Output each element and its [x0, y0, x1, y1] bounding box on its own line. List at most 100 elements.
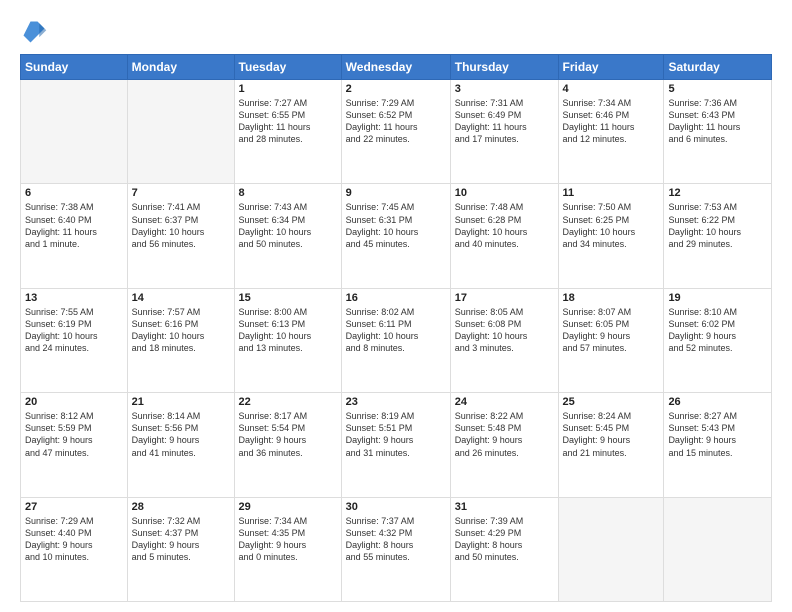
day-number: 12: [668, 187, 767, 199]
logo: [20, 18, 52, 46]
day-number: 26: [668, 396, 767, 408]
calendar-cell: 25 Sunrise: 8:24 AM Sunset: 5:45 PM Dayli…: [558, 393, 664, 497]
calendar-week-row: 6 Sunrise: 7:38 AM Sunset: 6:40 PM Daylig…: [21, 184, 772, 288]
cell-info: Sunrise: 7:39 AM Sunset: 4:29 PM Dayligh…: [455, 515, 554, 564]
day-number: 1: [239, 83, 337, 95]
day-number: 8: [239, 187, 337, 199]
logo-icon: [20, 18, 48, 46]
day-number: 2: [346, 83, 446, 95]
day-number: 11: [563, 187, 660, 199]
calendar-cell: 28 Sunrise: 7:32 AM Sunset: 4:37 PM Dayli…: [127, 497, 234, 601]
calendar-cell: 23 Sunrise: 8:19 AM Sunset: 5:51 PM Dayli…: [341, 393, 450, 497]
calendar-cell: 21Sunrise: 8:14 AM Sunset: 5:56 PM Dayli…: [127, 393, 234, 497]
cell-info: Sunrise: 7:43 AM Sunset: 6:34 PM Dayligh…: [239, 201, 337, 250]
calendar-cell: 5 Sunrise: 7:36 AM Sunset: 6:43 PM Daylig…: [664, 80, 772, 184]
cell-info: Sunrise: 8:07 AM Sunset: 6:05 PM Dayligh…: [563, 306, 660, 355]
weekday-header: Thursday: [450, 55, 558, 80]
day-number: 31: [455, 501, 554, 513]
calendar-week-row: 20Sunrise: 8:12 AM Sunset: 5:59 PM Dayli…: [21, 393, 772, 497]
calendar-cell: [21, 80, 128, 184]
calendar-cell: 22Sunrise: 8:17 AM Sunset: 5:54 PM Dayli…: [234, 393, 341, 497]
cell-info: Sunrise: 7:36 AM Sunset: 6:43 PM Dayligh…: [668, 97, 767, 146]
cell-info: Sunrise: 8:24 AM Sunset: 5:45 PM Dayligh…: [563, 410, 660, 459]
day-number: 10: [455, 187, 554, 199]
cell-info: Sunrise: 7:27 AM Sunset: 6:55 PM Dayligh…: [239, 97, 337, 146]
calendar-table: SundayMondayTuesdayWednesdayThursdayFrid…: [20, 54, 772, 602]
weekday-header: Wednesday: [341, 55, 450, 80]
cell-info: Sunrise: 7:53 AM Sunset: 6:22 PM Dayligh…: [668, 201, 767, 250]
cell-info: Sunrise: 8:27 AM Sunset: 5:43 PM Dayligh…: [668, 410, 767, 459]
day-number: 6: [25, 187, 123, 199]
day-number: 23: [346, 396, 446, 408]
cell-info: Sunrise: 7:57 AM Sunset: 6:16 PM Dayligh…: [132, 306, 230, 355]
cell-info: Sunrise: 7:41 AM Sunset: 6:37 PM Dayligh…: [132, 201, 230, 250]
cell-info: Sunrise: 7:37 AM Sunset: 4:32 PM Dayligh…: [346, 515, 446, 564]
cell-info: Sunrise: 7:50 AM Sunset: 6:25 PM Dayligh…: [563, 201, 660, 250]
day-number: 25: [563, 396, 660, 408]
calendar-cell: 20Sunrise: 8:12 AM Sunset: 5:59 PM Dayli…: [21, 393, 128, 497]
calendar-week-row: 27 Sunrise: 7:29 AM Sunset: 4:40 PM Dayli…: [21, 497, 772, 601]
day-number: 21: [132, 396, 230, 408]
day-number: 5: [668, 83, 767, 95]
cell-info: Sunrise: 7:29 AM Sunset: 6:52 PM Dayligh…: [346, 97, 446, 146]
calendar-cell: 10 Sunrise: 7:48 AM Sunset: 6:28 PM Dayli…: [450, 184, 558, 288]
weekday-header: Monday: [127, 55, 234, 80]
calendar-cell: 27 Sunrise: 7:29 AM Sunset: 4:40 PM Dayli…: [21, 497, 128, 601]
calendar-cell: 7 Sunrise: 7:41 AM Sunset: 6:37 PM Daylig…: [127, 184, 234, 288]
day-number: 7: [132, 187, 230, 199]
cell-info: Sunrise: 8:10 AM Sunset: 6:02 PM Dayligh…: [668, 306, 767, 355]
calendar-cell: 31 Sunrise: 7:39 AM Sunset: 4:29 PM Dayli…: [450, 497, 558, 601]
calendar-cell: 2 Sunrise: 7:29 AM Sunset: 6:52 PM Daylig…: [341, 80, 450, 184]
cell-info: Sunrise: 7:38 AM Sunset: 6:40 PM Dayligh…: [25, 201, 123, 250]
cell-info: Sunrise: 7:32 AM Sunset: 4:37 PM Dayligh…: [132, 515, 230, 564]
day-number: 3: [455, 83, 554, 95]
calendar-cell: 6 Sunrise: 7:38 AM Sunset: 6:40 PM Daylig…: [21, 184, 128, 288]
calendar-cell: 17 Sunrise: 8:05 AM Sunset: 6:08 PM Dayli…: [450, 288, 558, 392]
calendar-cell: [558, 497, 664, 601]
day-number: 30: [346, 501, 446, 513]
cell-info: Sunrise: 7:29 AM Sunset: 4:40 PM Dayligh…: [25, 515, 123, 564]
calendar-cell: 13 Sunrise: 7:55 AM Sunset: 6:19 PM Dayli…: [21, 288, 128, 392]
cell-info: Sunrise: 7:31 AM Sunset: 6:49 PM Dayligh…: [455, 97, 554, 146]
calendar-cell: 26 Sunrise: 8:27 AM Sunset: 5:43 PM Dayli…: [664, 393, 772, 497]
cell-info: Sunrise: 8:19 AM Sunset: 5:51 PM Dayligh…: [346, 410, 446, 459]
calendar-cell: 12 Sunrise: 7:53 AM Sunset: 6:22 PM Dayli…: [664, 184, 772, 288]
cell-info: Sunrise: 8:05 AM Sunset: 6:08 PM Dayligh…: [455, 306, 554, 355]
day-number: 27: [25, 501, 123, 513]
day-number: 17: [455, 292, 554, 304]
day-number: 16: [346, 292, 446, 304]
calendar-week-row: 13 Sunrise: 7:55 AM Sunset: 6:19 PM Dayli…: [21, 288, 772, 392]
calendar-cell: 29Sunrise: 7:34 AM Sunset: 4:35 PM Dayli…: [234, 497, 341, 601]
calendar-header-row: SundayMondayTuesdayWednesdayThursdayFrid…: [21, 55, 772, 80]
calendar-cell: 15Sunrise: 8:00 AM Sunset: 6:13 PM Dayli…: [234, 288, 341, 392]
day-number: 4: [563, 83, 660, 95]
calendar-cell: 30 Sunrise: 7:37 AM Sunset: 4:32 PM Dayli…: [341, 497, 450, 601]
day-number: 28: [132, 501, 230, 513]
weekday-header: Sunday: [21, 55, 128, 80]
day-number: 19: [668, 292, 767, 304]
calendar-cell: 8 Sunrise: 7:43 AM Sunset: 6:34 PM Daylig…: [234, 184, 341, 288]
calendar-cell: 1 Sunrise: 7:27 AM Sunset: 6:55 PM Daylig…: [234, 80, 341, 184]
day-number: 18: [563, 292, 660, 304]
calendar-cell: 16 Sunrise: 8:02 AM Sunset: 6:11 PM Dayli…: [341, 288, 450, 392]
calendar-cell: 9Sunrise: 7:45 AM Sunset: 6:31 PM Daylig…: [341, 184, 450, 288]
day-number: 13: [25, 292, 123, 304]
cell-info: Sunrise: 7:48 AM Sunset: 6:28 PM Dayligh…: [455, 201, 554, 250]
header: [20, 18, 772, 46]
calendar-cell: 4Sunrise: 7:34 AM Sunset: 6:46 PM Daylig…: [558, 80, 664, 184]
calendar-cell: 19 Sunrise: 8:10 AM Sunset: 6:02 PM Dayli…: [664, 288, 772, 392]
day-number: 29: [239, 501, 337, 513]
cell-info: Sunrise: 8:22 AM Sunset: 5:48 PM Dayligh…: [455, 410, 554, 459]
calendar-week-row: 1 Sunrise: 7:27 AM Sunset: 6:55 PM Daylig…: [21, 80, 772, 184]
calendar-cell: 3 Sunrise: 7:31 AM Sunset: 6:49 PM Daylig…: [450, 80, 558, 184]
calendar-cell: [664, 497, 772, 601]
calendar-cell: 18 Sunrise: 8:07 AM Sunset: 6:05 PM Dayli…: [558, 288, 664, 392]
day-number: 9: [346, 187, 446, 199]
cell-info: Sunrise: 8:17 AM Sunset: 5:54 PM Dayligh…: [239, 410, 337, 459]
cell-info: Sunrise: 8:02 AM Sunset: 6:11 PM Dayligh…: [346, 306, 446, 355]
day-number: 24: [455, 396, 554, 408]
calendar-cell: 14Sunrise: 7:57 AM Sunset: 6:16 PM Dayli…: [127, 288, 234, 392]
cell-info: Sunrise: 7:55 AM Sunset: 6:19 PM Dayligh…: [25, 306, 123, 355]
day-number: 15: [239, 292, 337, 304]
weekday-header: Tuesday: [234, 55, 341, 80]
